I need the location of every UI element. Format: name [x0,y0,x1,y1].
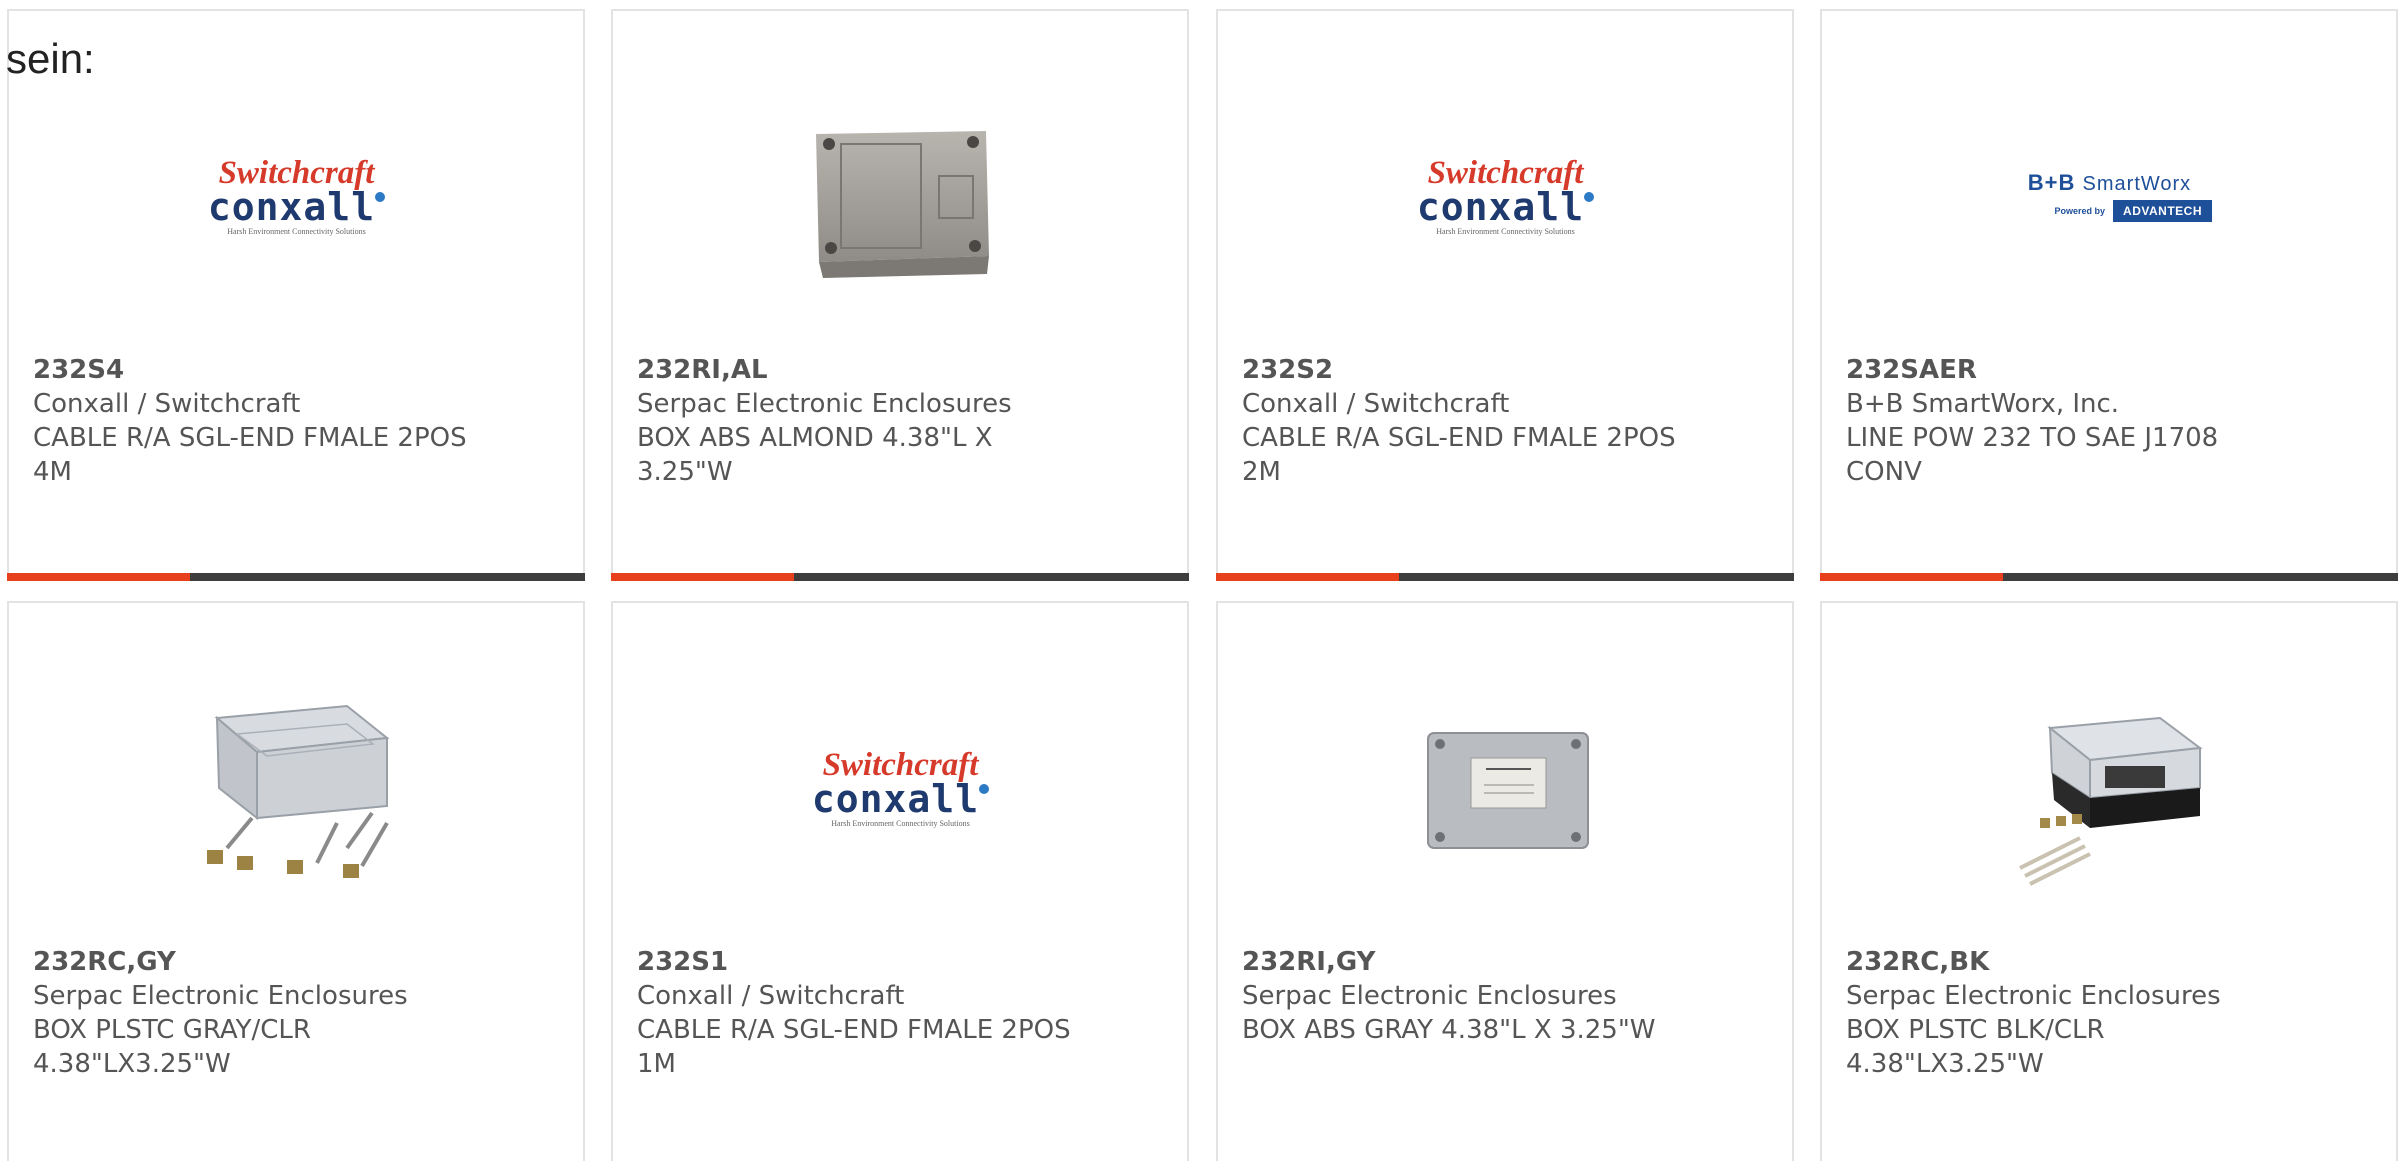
product-info: 232S1 Conxall / Switchcraft CABLE R/A SG… [637,945,1107,1081]
product-info: 232SAER B+B SmartWorx, Inc. LINE POW 232… [1846,353,2316,489]
logo-line-2: conxall [189,188,404,226]
description-line-1: CABLE R/A SGL-END FMALE 2POS [1242,423,1676,453]
gray-box-photo [1426,732,1589,849]
part-number[interactable]: 232S4 [33,353,503,387]
product-card[interactable]: Switchcraft conxall Harsh Environment Co… [611,601,1189,1161]
description-line-2: CONV [1846,457,1922,487]
product-card[interactable]: 232RC,GY Serpac Electronic Enclosures BO… [7,601,585,1161]
manufacturer: Serpac Electronic Enclosures [33,981,408,1011]
product-card[interactable]: 232RC,BK Serpac Electronic Enclosures BO… [1820,601,2398,1161]
part-number[interactable]: 232SAER [1846,353,2316,387]
product-info: 232RI,GY Serpac Electronic Enclosures BO… [1242,945,1712,1047]
description-line-1: BOX PLSTC BLK/CLR [1846,1015,2105,1045]
manufacturer: B+B SmartWorx, Inc. [1846,389,2120,419]
product-image [2002,688,2217,888]
product-image: Switchcraft conxall Harsh Environment Co… [189,96,404,296]
almond-box-photo [815,131,989,278]
logo-line-2: conxall [1398,188,1613,226]
product-image [189,688,404,888]
part-number[interactable]: 232RI,AL [637,353,1107,387]
description-line-2: 4M [33,457,72,487]
logo-line-2: conxall [793,780,1008,818]
logo-line-3: Harsh Environment Connectivity Solutions [227,226,366,236]
product-grid-page: sein: Switchcraft conxall Harsh Environm… [0,0,2400,1161]
product-card[interactable]: Switchcraft conxall Harsh Environment Co… [1216,9,1794,581]
bb-smartworx-logo: B+B SmartWorx Powered by ADVANTECH [2007,170,2212,222]
product-image [793,96,1008,296]
description-line-2: 1M [637,1049,676,1079]
part-number[interactable]: 232S2 [1242,353,1712,387]
description-line-1: BOX PLSTC GRAY/CLR [33,1015,311,1045]
product-image: Switchcraft conxall Harsh Environment Co… [1398,96,1613,296]
description-line-2: 3.25"W [637,457,733,487]
switchcraft-conxall-logo: Switchcraft conxall Harsh Environment Co… [189,156,404,236]
description-line-2: 4.38"LX3.25"W [1846,1049,2044,1079]
part-number[interactable]: 232S1 [637,945,1107,979]
description-line-1: BOX ABS GRAY 4.38"L X 3.25"W [1242,1015,1656,1045]
logo-line-3: Harsh Environment Connectivity Solutions [1436,226,1575,236]
manufacturer: Serpac Electronic Enclosures [637,389,1012,419]
card-accent-bar [611,573,1189,581]
product-card[interactable]: Switchcraft conxall Harsh Environment Co… [7,9,585,581]
part-number[interactable]: 232RI,GY [1242,945,1712,979]
product-image [1398,688,1613,888]
description-line-1: CABLE R/A SGL-END FMALE 2POS [637,1015,1071,1045]
product-image: Switchcraft conxall Harsh Environment Co… [793,688,1008,888]
description-line-1: CABLE R/A SGL-END FMALE 2POS [33,423,467,453]
description-line-2: 2M [1242,457,1281,487]
product-card[interactable]: 232RI,AL Serpac Electronic Enclosures BO… [611,9,1189,581]
product-info: 232RC,BK Serpac Electronic Enclosures BO… [1846,945,2316,1081]
logo-line-3: Harsh Environment Connectivity Solutions [831,818,970,828]
intro-text: sein: [6,35,95,82]
part-number[interactable]: 232RC,GY [33,945,503,979]
product-info: 232RC,GY Serpac Electronic Enclosures BO… [33,945,503,1081]
switchcraft-conxall-logo: Switchcraft conxall Harsh Environment Co… [793,748,1008,828]
card-accent-bar [1216,573,1794,581]
switchcraft-conxall-logo: Switchcraft conxall Harsh Environment Co… [1398,156,1613,236]
description-line-1: BOX ABS ALMOND 4.38"L X [637,423,993,453]
description-line-1: LINE POW 232 TO SAE J1708 [1846,423,2219,453]
black-clear-box-photo [2018,716,2203,886]
manufacturer: Serpac Electronic Enclosures [1242,981,1617,1011]
product-info: 232RI,AL Serpac Electronic Enclosures BO… [637,353,1107,489]
manufacturer: Conxall / Switchcraft [1242,389,1510,419]
description-line-2: 4.38"LX3.25"W [33,1049,231,1079]
product-card[interactable]: B+B SmartWorx Powered by ADVANTECH 232SA… [1820,9,2398,581]
manufacturer: Serpac Electronic Enclosures [1846,981,2221,1011]
product-card[interactable]: 232RI,GY Serpac Electronic Enclosures BO… [1216,601,1794,1161]
part-number[interactable]: 232RC,BK [1846,945,2316,979]
product-info: 232S2 Conxall / Switchcraft CABLE R/A SG… [1242,353,1712,489]
gray-clear-box-photo [206,704,390,878]
card-accent-bar [7,573,585,581]
manufacturer: Conxall / Switchcraft [637,981,905,1011]
product-image: B+B SmartWorx Powered by ADVANTECH [2002,96,2217,296]
manufacturer: Conxall / Switchcraft [33,389,301,419]
product-info: 232S4 Conxall / Switchcraft CABLE R/A SG… [33,353,503,489]
card-accent-bar [1820,573,2398,581]
